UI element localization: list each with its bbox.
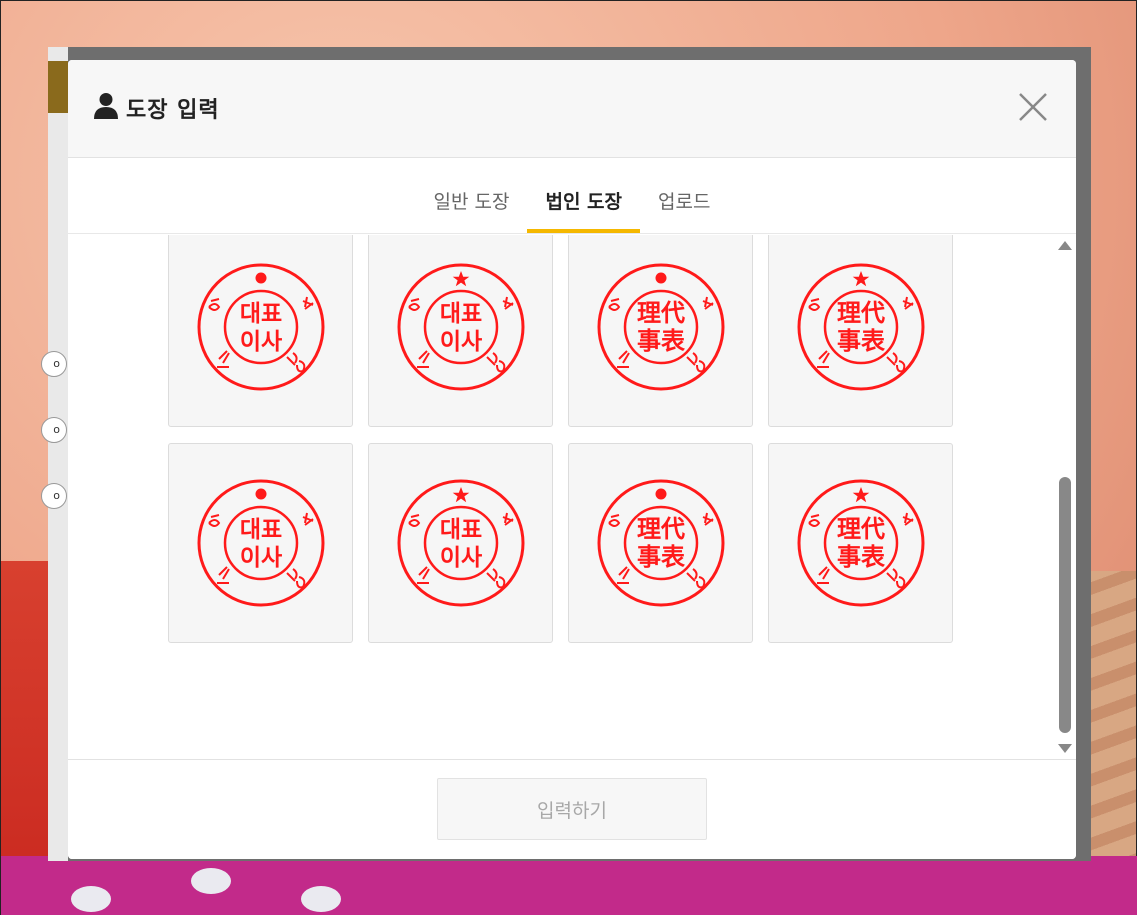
corporate-seal-icon: 理代事表 (597, 263, 724, 391)
modal-footer: 입력하기 (68, 759, 1076, 859)
close-button[interactable] (1018, 92, 1048, 122)
stamp-list: 대표 이사 대표 이사 理代 事表 理代 事表 대표 이사 대표 이사 理代 事表 理代 事表 (68, 235, 1076, 759)
background-magenta-area (1, 856, 1137, 915)
svg-text:이사: 이사 (439, 329, 481, 355)
corporate-seal-icon: 대표이사 (197, 263, 324, 391)
corporate-seal-icon: 대표이사 (197, 479, 324, 607)
submit-button[interactable]: 입력하기 (437, 778, 707, 840)
scroll-up-arrow-icon[interactable] (1058, 241, 1072, 250)
svg-text:이사: 이사 (439, 545, 481, 571)
modal-header: 도장 입력 (68, 60, 1076, 158)
stamp-option[interactable]: 理代 事表 (568, 235, 753, 427)
stamp-option[interactable]: 理代 事表 (768, 443, 953, 643)
stamp-option[interactable]: 대표 이사 (168, 443, 353, 643)
scroll-down-arrow-icon[interactable] (1058, 744, 1072, 753)
corporate-seal-icon: 理代事表 (797, 263, 924, 391)
background-dot (191, 868, 231, 894)
modal-title: 도장 입력 (94, 92, 220, 124)
background-dot (301, 886, 341, 912)
svg-text:事表: 事表 (837, 327, 886, 355)
svg-text:대표: 대표 (439, 517, 481, 543)
svg-text:대표: 대표 (239, 517, 281, 543)
svg-text:이사: 이사 (239, 329, 281, 355)
svg-text:대표: 대표 (439, 301, 481, 327)
tab-general-stamp[interactable]: 일반 도장 (416, 187, 528, 233)
tab-upload[interactable]: 업로드 (640, 187, 728, 233)
close-icon (1019, 93, 1047, 121)
corporate-seal-icon: 대표이사 (397, 263, 524, 391)
svg-text:理代: 理代 (837, 299, 885, 327)
corporate-seal-icon: 理代事表 (797, 479, 924, 607)
background-badge: o (41, 417, 67, 443)
svg-text:理代: 理代 (637, 515, 685, 543)
stamp-option[interactable]: 대표 이사 (368, 235, 553, 427)
svg-text:事表: 事表 (637, 543, 686, 571)
svg-text:理代: 理代 (637, 299, 685, 327)
background-badge: o (41, 483, 67, 509)
stamp-grid: 대표 이사 대표 이사 理代 事表 理代 事表 대표 이사 대표 이사 理代 事表 理代 事表 (168, 235, 954, 643)
corporate-seal-icon: 理代事表 (597, 479, 724, 607)
stamp-option[interactable]: 대표 이사 (368, 443, 553, 643)
stamp-tabs: 일반 도장 법인 도장 업로드 (68, 158, 1076, 234)
modal-title-text: 도장 입력 (126, 98, 220, 123)
svg-text:事表: 事表 (637, 327, 686, 355)
svg-text:대표: 대표 (239, 301, 281, 327)
user-icon (94, 92, 118, 124)
tab-corporate-stamp[interactable]: 법인 도장 (527, 187, 641, 233)
svg-text:이사: 이사 (239, 545, 281, 571)
scrollbar-thumb[interactable] (1059, 477, 1071, 733)
background-badge: o (41, 351, 67, 377)
stamp-option[interactable]: 대표 이사 (168, 235, 353, 427)
stamp-input-modal: 도장 입력 일반 도장 법인 도장 업로드 대표 이사 대표 이사 理代 事表 理代 事表 대표… (68, 60, 1076, 859)
stamp-option[interactable]: 理代 事表 (768, 235, 953, 427)
stamp-option[interactable]: 理代 事表 (568, 443, 753, 643)
background-app-sidebar (48, 47, 68, 861)
background-dot (71, 886, 111, 912)
background-app-header (48, 61, 68, 113)
svg-text:理代: 理代 (837, 515, 885, 543)
corporate-seal-icon: 대표이사 (397, 479, 524, 607)
svg-text:事表: 事表 (837, 543, 886, 571)
scrollbar[interactable] (1058, 241, 1072, 753)
